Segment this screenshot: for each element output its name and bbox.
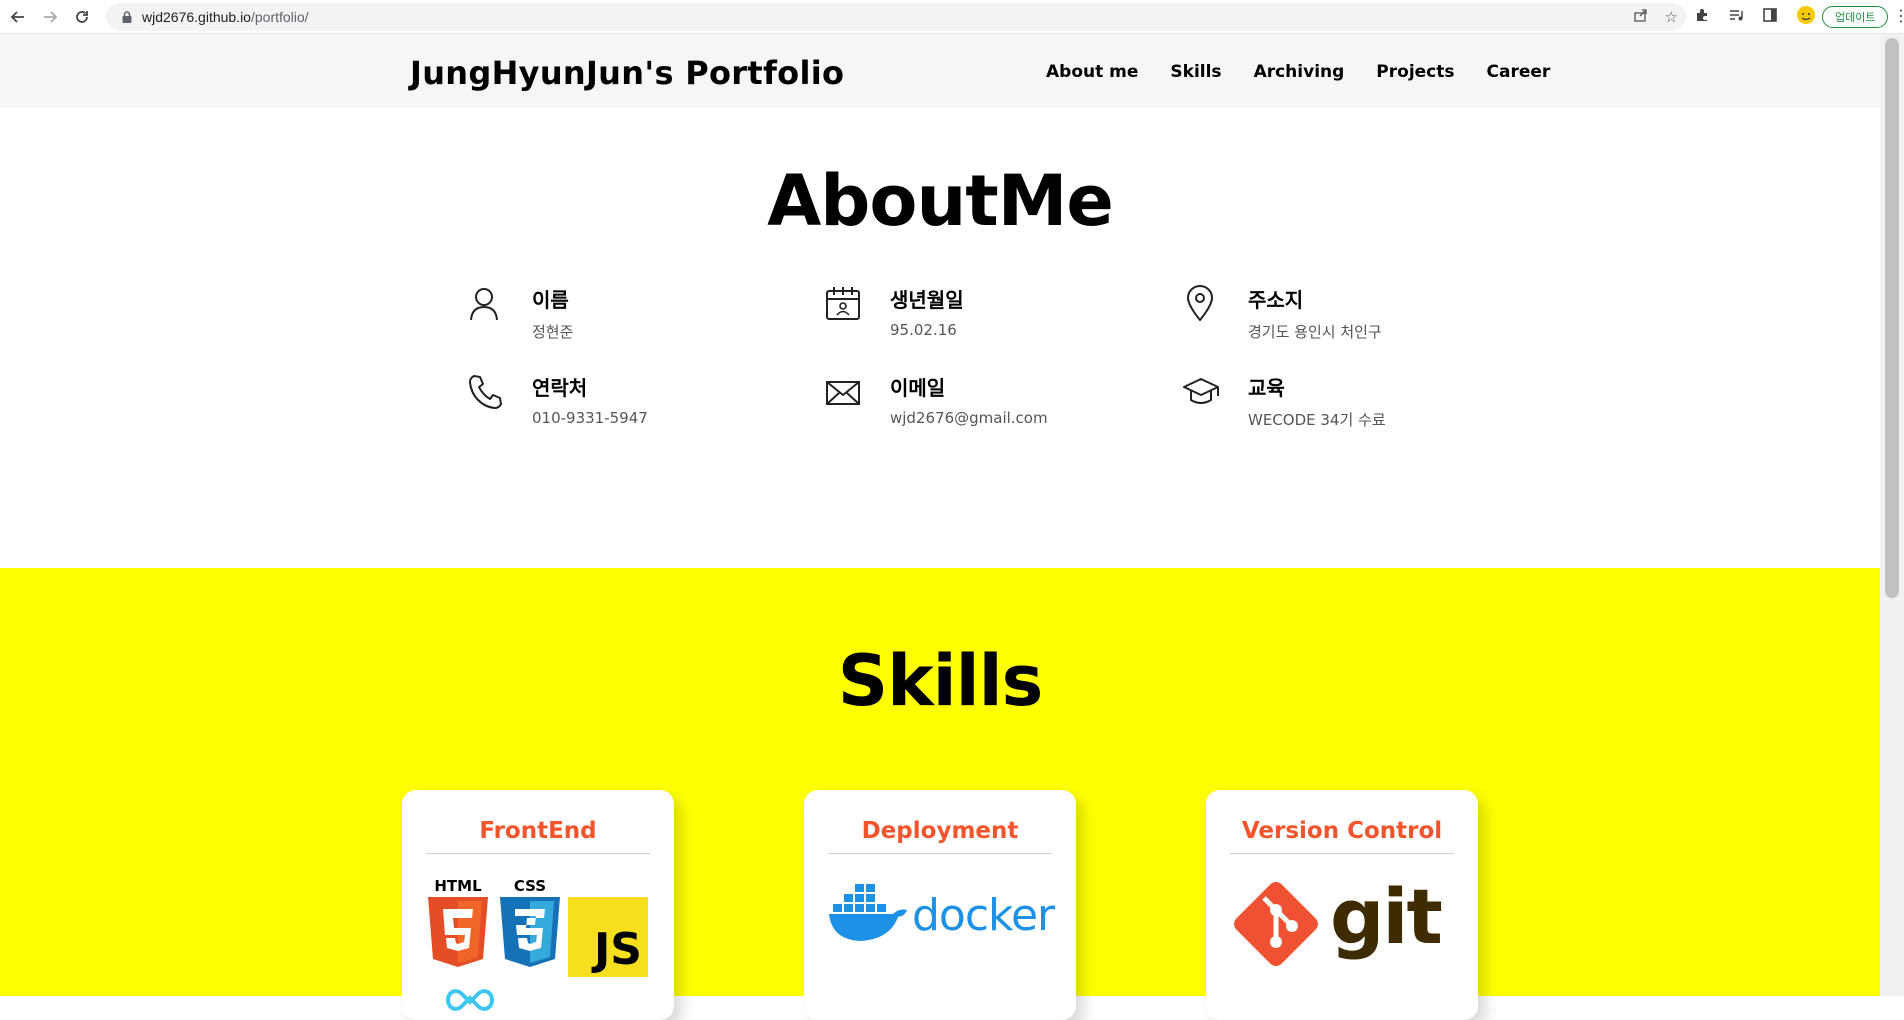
skill-card-title: Deployment	[861, 818, 1019, 844]
site-header: JungHyunJun's Portfolio About me Skills …	[0, 34, 1880, 108]
info-label: 연락처	[532, 376, 588, 400]
info-label: 이름	[532, 288, 569, 312]
skill-card-title: Version Control	[1241, 818, 1443, 844]
nav-projects[interactable]: Projects	[1376, 62, 1454, 82]
update-button[interactable]: 업데이트	[1822, 6, 1889, 28]
skill-card-deployment: Deployment docker	[804, 790, 1076, 1020]
info-name: 이름 정현준	[466, 284, 786, 354]
javascript-logo-icon: JS	[568, 897, 648, 977]
browser-toolbar: wjd2676.github.io/portfolio/ ☆ 업데이트 ⋮	[0, 0, 1904, 34]
site-title[interactable]: JungHyunJun's Portfolio	[410, 54, 844, 92]
reload-icon[interactable]	[66, 0, 98, 34]
info-label: 이메일	[890, 376, 946, 400]
skills-section: Skills FrontEnd HTML CSS JS Deployment d…	[0, 568, 1880, 1020]
skill-card-version-control: Version Control git	[1206, 790, 1478, 1020]
media-icon[interactable]	[1728, 7, 1744, 27]
logo-text: CSS	[514, 877, 546, 895]
bookmark-star-icon[interactable]: ☆	[1665, 8, 1678, 26]
nav-skills[interactable]: Skills	[1170, 62, 1221, 82]
browser-menu-icon[interactable]: ⋮	[1893, 6, 1904, 25]
profile-avatar-icon[interactable]	[1796, 5, 1816, 29]
info-education: 교육 WECODE 34기 수료	[1182, 372, 1502, 442]
info-label: 생년월일	[890, 288, 964, 312]
graduation-cap-icon	[1183, 378, 1219, 404]
info-birthdate: 생년월일 95.02.16	[824, 284, 1144, 354]
mail-icon	[826, 381, 860, 405]
calendar-icon	[826, 287, 860, 320]
info-value: 정현준	[532, 323, 574, 341]
forward-icon[interactable]	[34, 0, 66, 34]
divider	[828, 853, 1052, 854]
divider	[1230, 853, 1454, 854]
skill-card-frontend: FrontEnd HTML CSS JS	[402, 790, 674, 1020]
logo-text: JS	[593, 924, 642, 975]
side-panel-icon[interactable]	[1762, 7, 1778, 27]
git-logo-icon	[1234, 882, 1318, 966]
styled-components-logo-icon	[445, 989, 495, 1011]
phone-icon	[469, 375, 502, 409]
info-label: 주소지	[1248, 288, 1304, 312]
info-value: 경기도 용인시 처인구	[1248, 323, 1382, 341]
info-value: 010-9331-5947	[532, 409, 648, 427]
address-bar[interactable]: wjd2676.github.io/portfolio/ ☆	[106, 3, 1686, 31]
css3-logo-icon: CSS	[500, 877, 560, 967]
share-icon[interactable]	[1633, 7, 1649, 27]
nav-archiving[interactable]: Archiving	[1254, 62, 1345, 82]
info-value: WECODE 34기 수료	[1248, 411, 1386, 429]
about-section: AboutMe 이름 정현준 생년월일 95.02.16 주소지 경기도 용인시…	[0, 108, 1880, 568]
info-value: wjd2676@gmail.com	[890, 409, 1048, 427]
nav-about-me[interactable]: About me	[1046, 62, 1138, 82]
nav-career[interactable]: Career	[1487, 62, 1551, 82]
docker-whale-icon	[829, 884, 907, 941]
info-email: 이메일 wjd2676@gmail.com	[824, 372, 1144, 442]
html5-logo-icon: HTML	[428, 877, 488, 967]
divider	[426, 853, 650, 854]
skills-title: Skills	[837, 640, 1044, 722]
page-scrollbar[interactable]	[1880, 34, 1904, 996]
scrollbar-thumb[interactable]	[1885, 38, 1899, 598]
about-title: AboutMe	[767, 160, 1114, 242]
git-wordmark: git	[1330, 872, 1443, 961]
url-text: wjd2676.github.io/portfolio/	[142, 9, 309, 25]
person-icon	[470, 288, 498, 321]
back-icon[interactable]	[2, 0, 34, 34]
info-value: 95.02.16	[890, 321, 957, 339]
extensions-icon[interactable]	[1694, 7, 1710, 27]
location-pin-icon	[1186, 285, 1214, 322]
docker-wordmark: docker	[912, 890, 1055, 941]
lock-icon	[122, 11, 132, 23]
logo-text: HTML	[434, 877, 482, 895]
info-phone: 연락처 010-9331-5947	[466, 372, 786, 442]
info-label: 교육	[1248, 376, 1285, 400]
skill-card-title: FrontEnd	[479, 818, 597, 844]
info-address: 주소지 경기도 용인시 처인구	[1182, 284, 1502, 354]
site-nav: About me Skills Archiving Projects Caree…	[1046, 62, 1550, 82]
